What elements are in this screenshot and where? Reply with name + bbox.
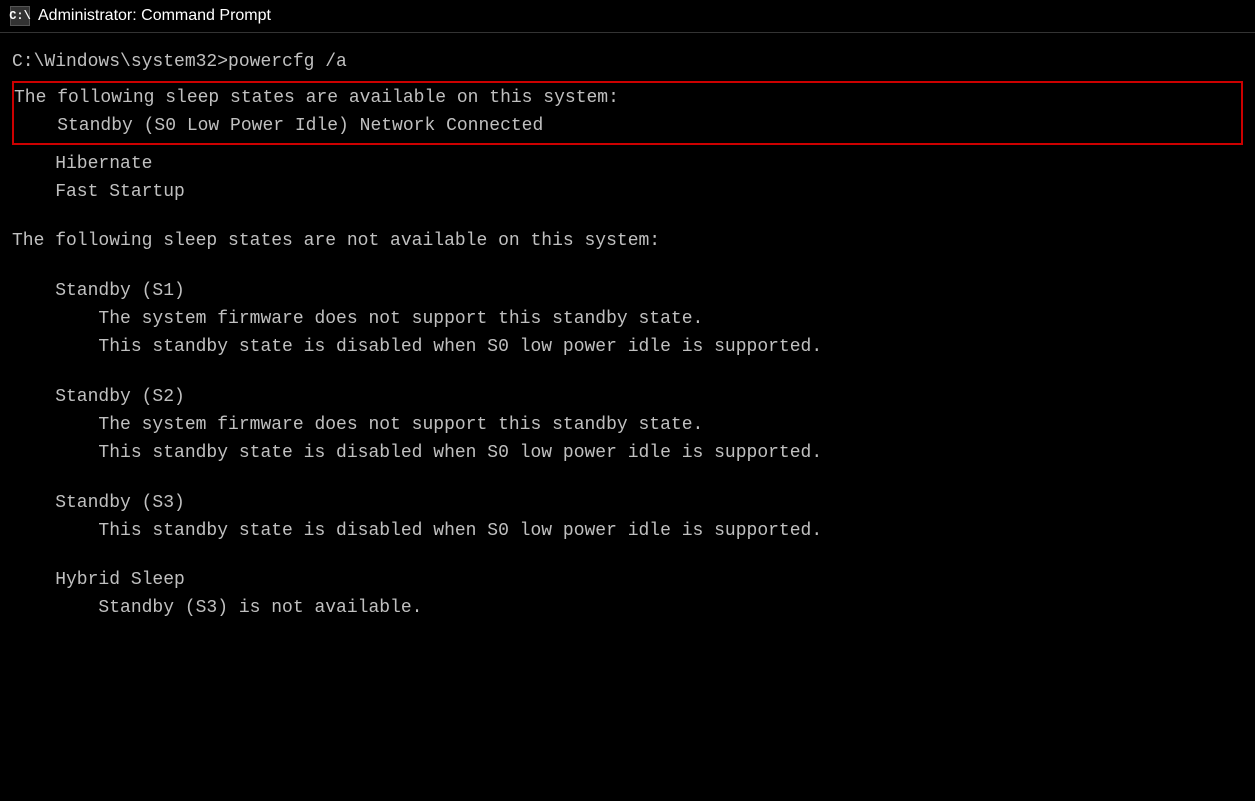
standby-s2-reason1: The system firmware does not support thi… [12, 412, 1243, 440]
highlight-block: The following sleep states are available… [12, 81, 1243, 145]
standby-s2-reason2: This standby state is disabled when S0 l… [12, 440, 1243, 468]
available-section: The following sleep states are available… [12, 81, 1243, 207]
blank-2 [12, 256, 1243, 278]
hybrid-sleep-label: Hybrid Sleep [12, 567, 1243, 595]
available-header: The following sleep states are available… [14, 85, 1235, 113]
cmd-icon: C:\ [10, 6, 30, 26]
terminal-content: C:\Windows\system32>powercfg /a The foll… [0, 43, 1255, 629]
standby-s1-reason2: This standby state is disabled when S0 l… [12, 334, 1243, 362]
not-available-section: The following sleep states are not avail… [12, 228, 1243, 623]
hybrid-sleep-reason1: Standby (S3) is not available. [12, 595, 1243, 623]
blank-3 [12, 362, 1243, 384]
standby-s1-label: Standby (S1) [12, 278, 1243, 306]
blank-1 [12, 206, 1243, 228]
available-item-hibernate: Hibernate [12, 151, 1243, 179]
title-bar-text: Administrator: Command Prompt [38, 7, 271, 25]
prompt-line: C:\Windows\system32>powercfg /a [12, 49, 1243, 77]
standby-s3-reason1: This standby state is disabled when S0 l… [12, 518, 1243, 546]
standby-s1-reason1: The system firmware does not support thi… [12, 306, 1243, 334]
highlighted-standby-item: Standby (S0 Low Power Idle) Network Conn… [14, 113, 1235, 141]
available-item-fast-startup: Fast Startup [12, 179, 1243, 207]
not-available-header: The following sleep states are not avail… [12, 228, 1243, 256]
standby-s3-label: Standby (S3) [12, 490, 1243, 518]
blank-5 [12, 545, 1243, 567]
title-bar: C:\ Administrator: Command Prompt [0, 0, 1255, 33]
standby-s2-label: Standby (S2) [12, 384, 1243, 412]
blank-4 [12, 468, 1243, 490]
